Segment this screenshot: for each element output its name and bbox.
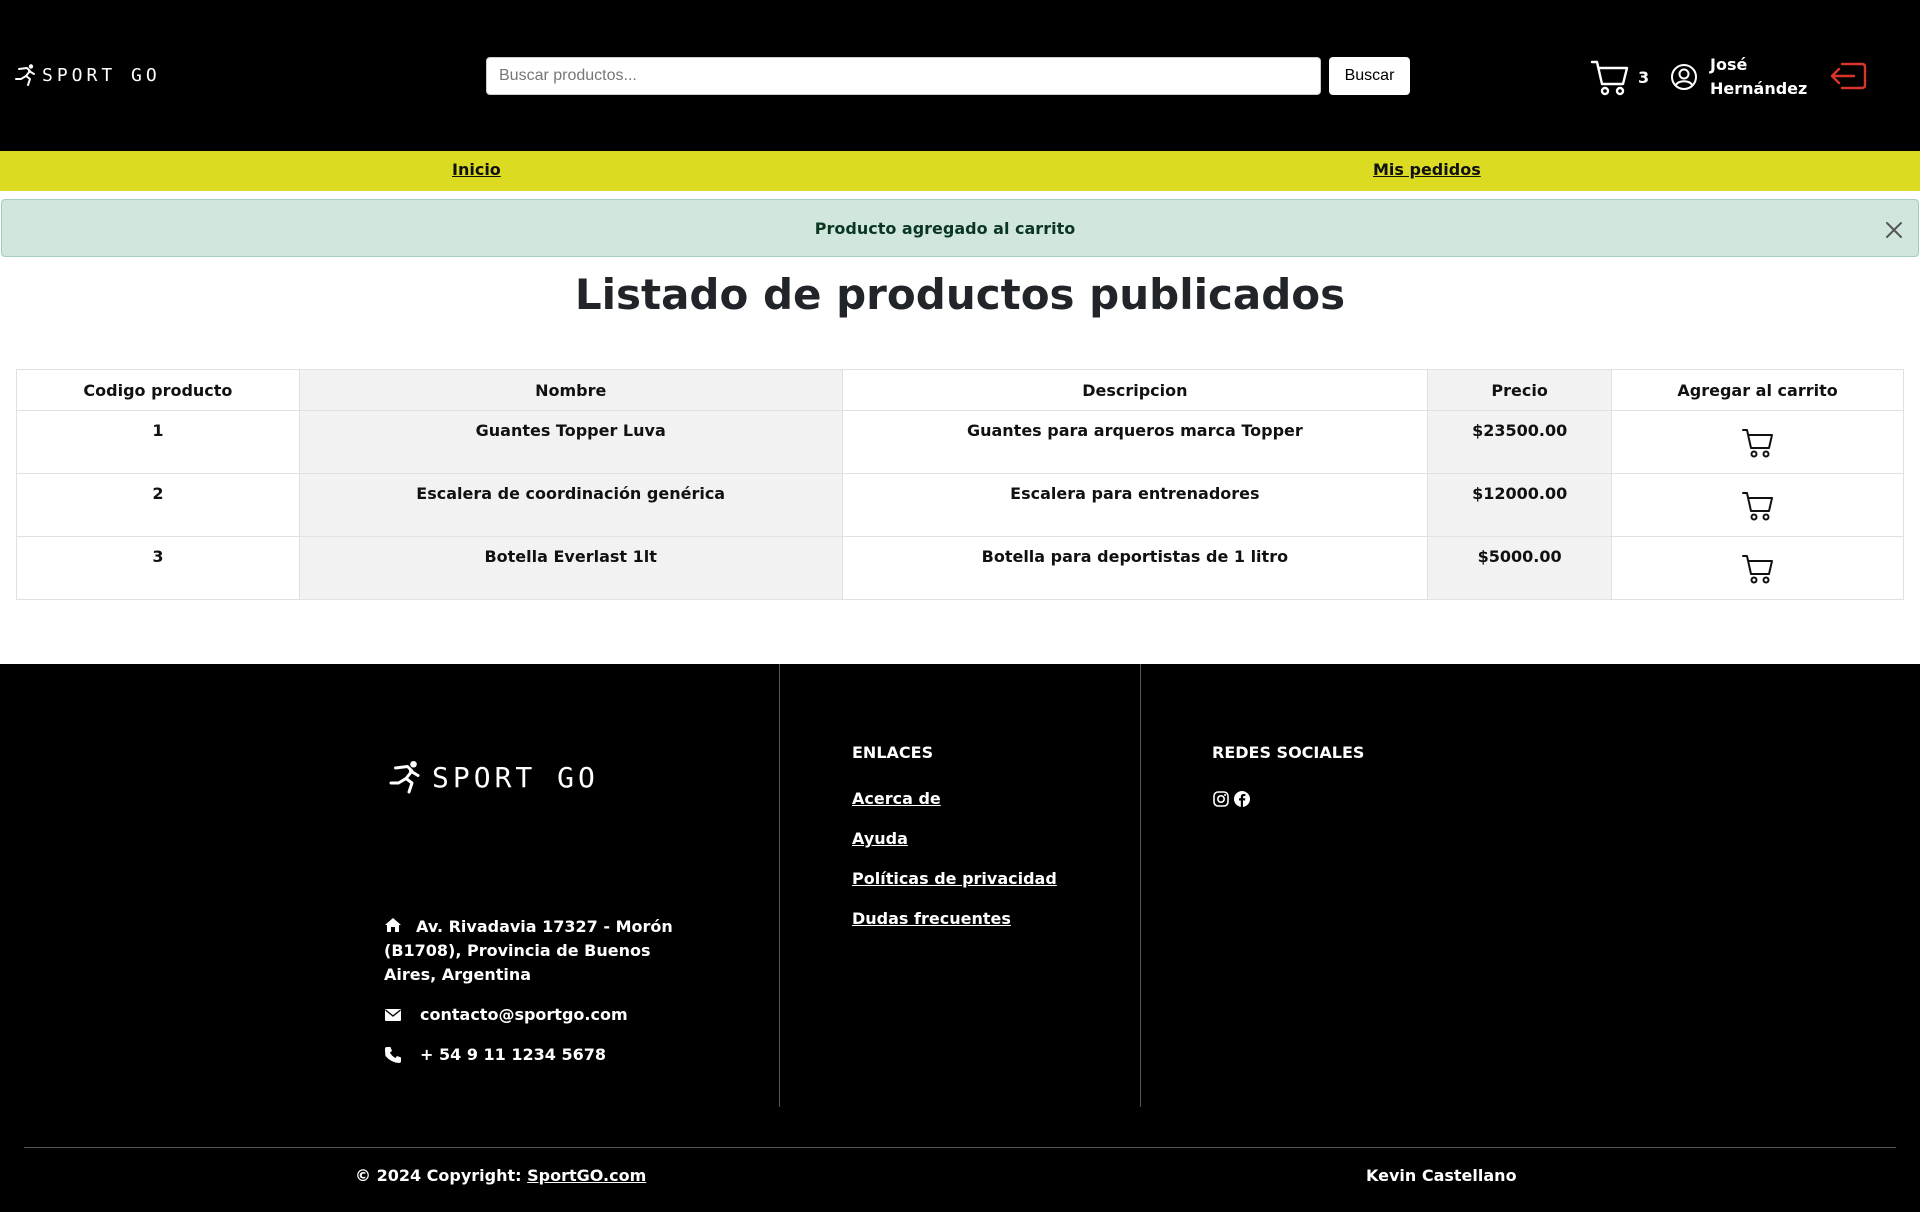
cell-description: Escalera para entrenadores: [841, 473, 1429, 537]
footer-link-ayuda[interactable]: Ayuda: [852, 829, 908, 848]
add-to-cart-button[interactable]: [1741, 425, 1775, 459]
social-links: [1212, 790, 1254, 808]
close-icon: [1886, 222, 1902, 238]
add-to-cart-button[interactable]: [1741, 551, 1775, 585]
contact-address: Av. Rivadavia 17327 - Morón (B1708), Pro…: [384, 915, 704, 987]
search-input[interactable]: [486, 57, 1321, 95]
social-title: REDES SOCIALES: [1212, 743, 1365, 762]
author-name: Kevin Castellano: [1366, 1166, 1517, 1185]
search-button[interactable]: Buscar: [1329, 57, 1410, 95]
page-title: Listado de productos publicados: [574, 270, 1346, 319]
column-header-name: Nombre: [298, 369, 843, 411]
footer-link-acerca-de[interactable]: Acerca de: [852, 789, 941, 808]
alert-message: Producto agregado al carrito: [814, 219, 1076, 238]
links-title: ENLACES: [852, 743, 934, 762]
facebook-icon: [1234, 791, 1250, 807]
email-text: contacto@sportgo.com: [420, 1005, 628, 1024]
footer-logo-text: SPORT GO: [432, 760, 599, 794]
nav-link-mis-pedidos[interactable]: Mis pedidos: [1373, 160, 1481, 179]
phone-text: + 54 9 11 1234 5678: [420, 1045, 606, 1064]
success-alert: Producto agregado al carrito: [1, 199, 1919, 257]
footer-logo: SPORT GO: [388, 759, 599, 795]
cell-name: Botella Everlast 1lt: [298, 536, 843, 600]
cell-price: $5000.00: [1427, 536, 1613, 600]
cell-code: 2: [16, 473, 300, 537]
cell-price: $12000.00: [1427, 473, 1613, 537]
add-to-cart-button[interactable]: [1741, 488, 1775, 522]
logo-text: SPORT GO: [42, 64, 161, 86]
user-profile[interactable]: José Hernández: [1670, 52, 1820, 102]
footer: SPORT GO Av. Rivadavia 17327 - Morón (B1…: [0, 664, 1920, 1212]
cell-add-to-cart: [1611, 473, 1904, 537]
cart-icon: [1741, 555, 1773, 584]
column-header-code: Codigo producto: [16, 369, 300, 411]
cell-name: Escalera de coordinación genérica: [298, 473, 843, 537]
envelope-icon: [385, 1008, 401, 1021]
cell-description: Botella para deportistas de 1 litro: [841, 536, 1429, 600]
table-row: 1 Guantes Topper Luva Guantes para arque…: [16, 410, 1904, 474]
column-header-price: Precio: [1427, 369, 1613, 411]
instagram-icon: [1213, 791, 1229, 807]
instagram-link[interactable]: [1212, 790, 1230, 808]
contact-email: contacto@sportgo.com: [384, 1005, 628, 1024]
logout-icon: [1830, 62, 1867, 90]
cell-description: Guantes para arqueros marca Topper: [841, 410, 1429, 474]
copyright-link[interactable]: SportGO.com: [527, 1166, 646, 1185]
table-row: 3 Botella Everlast 1lt Botella para depo…: [16, 536, 1904, 600]
header: SPORT GO Buscar 3 José Hernández: [0, 0, 1920, 151]
table-row: 2 Escalera de coordinación genérica Esca…: [16, 473, 1904, 537]
nav-link-inicio[interactable]: Inicio: [452, 160, 501, 179]
cell-code: 1: [16, 410, 300, 474]
facebook-link[interactable]: [1233, 790, 1251, 808]
user-name: José Hernández: [1710, 55, 1808, 98]
footer-link-politicas[interactable]: Políticas de privacidad: [852, 869, 1057, 888]
user-icon: [1671, 64, 1697, 90]
cart-link[interactable]: 3: [1590, 56, 1649, 98]
cell-name: Guantes Topper Luva: [298, 410, 843, 474]
contact-phone: + 54 9 11 1234 5678: [384, 1045, 606, 1064]
cell-add-to-cart: [1611, 410, 1904, 474]
copyright-text: © 2024 Copyright:: [355, 1166, 528, 1185]
copyright: © 2024 Copyright: SportGO.com: [355, 1166, 646, 1185]
cart-icon: [1741, 492, 1773, 521]
table-header-row: Codigo producto Nombre Descripcion Preci…: [16, 369, 1904, 411]
cell-price: $23500.00: [1427, 410, 1613, 474]
cart-icon: [1741, 429, 1773, 458]
cart-count: 3: [1638, 67, 1650, 87]
column-header-description: Descripcion: [841, 369, 1429, 411]
column-header-add-to-cart: Agregar al carrito: [1611, 369, 1904, 411]
cell-add-to-cart: [1611, 536, 1904, 600]
cart-icon: [1590, 60, 1629, 96]
header-logo[interactable]: SPORT GO: [14, 62, 161, 88]
phone-icon: [385, 1046, 401, 1063]
home-icon: [385, 918, 401, 932]
footer-divider: [779, 664, 780, 1107]
runner-icon: [389, 760, 420, 794]
cell-code: 3: [16, 536, 300, 600]
footer-bottom-divider: [24, 1147, 1896, 1148]
footer-link-dudas[interactable]: Dudas frecuentes: [852, 909, 1011, 928]
runner-icon: [15, 64, 35, 86]
address-text: Av. Rivadavia 17327 - Morón (B1708), Pro…: [384, 917, 673, 984]
products-table: Codigo producto Nombre Descripcion Preci…: [16, 369, 1904, 600]
alert-close-button[interactable]: [1884, 220, 1904, 240]
footer-divider: [1140, 664, 1141, 1107]
nav-bar: Inicio Mis pedidos: [0, 151, 1920, 191]
logout-button[interactable]: [1828, 60, 1868, 92]
